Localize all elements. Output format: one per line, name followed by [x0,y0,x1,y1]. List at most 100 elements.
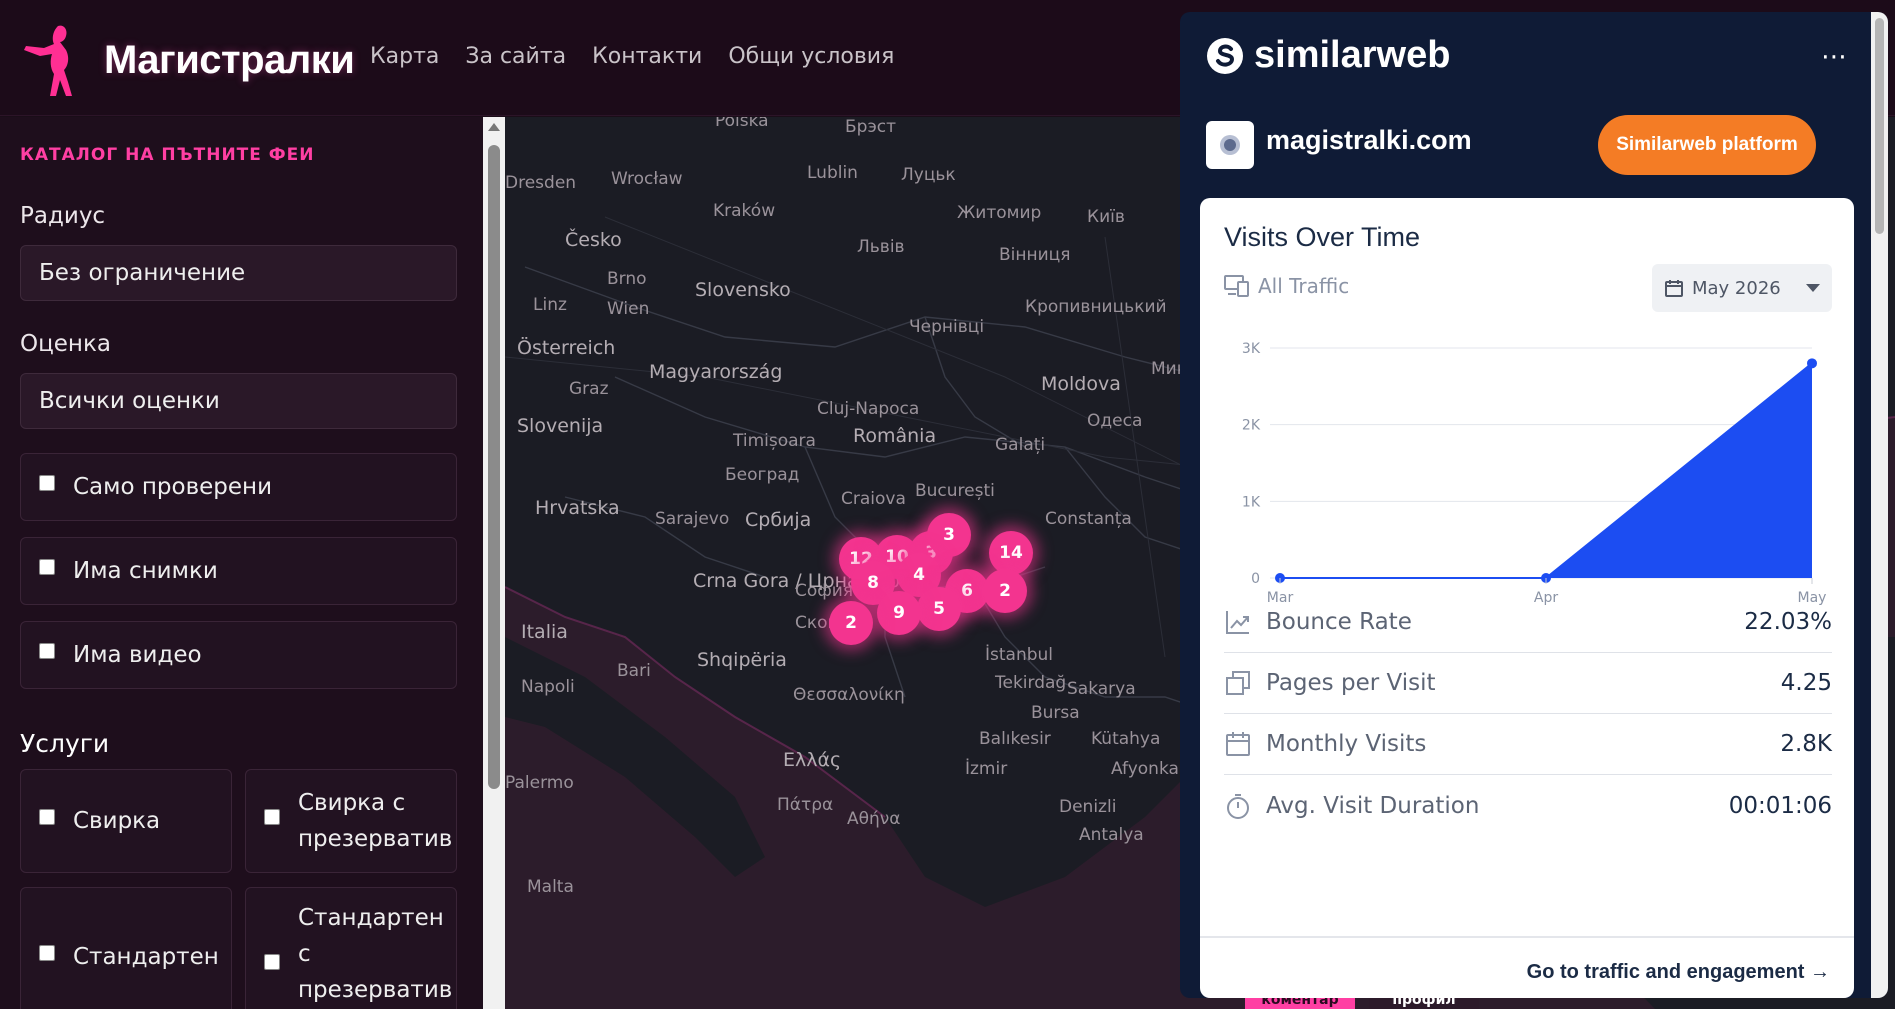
calendar-icon [1665,280,1683,297]
map-cluster-marker[interactable]: 2 [829,601,873,645]
map-label: Slovenija [517,415,604,437]
service-label: Свирка [73,808,161,834]
filter-sidebar: КАТАЛОГ НА ПЪТНИТЕ ФЕИ Радиус Без ограни… [0,117,483,1009]
map-label: Polska [715,117,769,131]
sidebar-scrollbar[interactable] [483,117,505,1009]
radius-select[interactable]: Без ограничение [20,245,457,301]
map-cluster-marker[interactable]: 5 [917,587,961,631]
scroll-up-arrow-icon[interactable] [488,123,500,131]
calendar-icon [1226,732,1250,756]
similarweb-platform-button[interactable]: Similarweb platform [1598,115,1816,175]
map-label: Timișoara [733,431,816,451]
map-label: Galați [995,435,1046,455]
nav-map[interactable]: Карта [370,44,439,69]
scrollbar-thumb[interactable] [488,145,500,789]
similarweb-panel: similarweb ⋯ magistralki.com Similarweb … [1180,12,1888,998]
more-options-icon[interactable]: ⋯ [1821,42,1848,72]
radius-label: Радиус [20,203,106,229]
rating-label: Оценка [20,331,111,357]
metric-label: Pages per Visit [1266,670,1436,696]
map-cluster-marker[interactable]: 3 [927,513,971,557]
checkbox-label: Има видео [73,642,202,668]
map-label: Cluj-Napoca [817,399,920,419]
map-label: Palermo [505,773,574,793]
nav-contacts[interactable]: Контакти [592,44,702,69]
has-video-checkbox[interactable]: Има видео [20,621,457,689]
map-label: Italia [521,621,568,643]
map-label: Србија [745,509,812,531]
map-label: София [795,581,854,601]
checkbox-box[interactable] [39,559,55,575]
nav-about[interactable]: За сайта [465,44,566,69]
map-label: Bari [617,661,651,681]
scrollbar-thumb[interactable] [1875,18,1884,234]
metric-monthly-visits: Monthly Visits 2.8K [1224,714,1832,775]
area-fill [1280,363,1812,578]
map-label: Tekirdağ [995,673,1067,693]
map-label: Львів [857,237,905,257]
map-cluster-marker[interactable]: 14 [989,531,1033,575]
service-standard-checkbox[interactable]: Стандартен [20,887,232,1009]
map-label: Θεσσαλονίκη [793,685,905,705]
map-label: Wrocław [611,169,683,189]
map-label: Balıkesir [979,729,1051,749]
map-label: Magyarország [649,361,783,383]
site-favicon-icon [1206,121,1254,169]
map-label: Österreich [517,337,616,359]
checkbox-box[interactable] [264,954,280,970]
map-label: Αθήνα [847,809,901,829]
checkbox-box[interactable] [264,809,280,825]
map-label: Moldova [1041,373,1121,395]
checkbox-label: Само проверени [73,474,273,500]
data-point [1807,358,1817,369]
map-label: Wien [607,299,650,319]
service-standard-protected-checkbox[interactable]: Стандартен с презерватив [245,887,457,1009]
verified-only-checkbox[interactable]: Само проверени [20,453,457,521]
devices-icon [1224,275,1249,297]
service-oral-checkbox[interactable]: Свирка [20,769,232,873]
checkbox-box[interactable] [39,475,55,491]
site-logo[interactable]: Магистралки [20,20,355,100]
bounce-icon [1226,611,1249,634]
y-tick-label: 2K [1242,418,1261,434]
map-label: Kütahya [1091,729,1161,749]
map-label: Житомир [957,203,1042,223]
map-label: Kraków [713,201,776,221]
checkbox-box[interactable] [39,945,55,961]
map-label: București [915,481,995,501]
traffic-label: All Traffic [1258,274,1350,298]
map-label: Кропивницький [1025,297,1167,317]
map-label: Constanța [1045,509,1132,529]
nav-terms[interactable]: Общи условия [728,44,894,69]
y-tick-label: 0 [1251,571,1260,587]
map-label: Shqipëria [697,649,787,671]
metric-label: Avg. Visit Duration [1266,792,1480,819]
checkbox-box[interactable] [39,809,55,825]
y-tick-label: 3K [1242,341,1261,357]
has-photos-checkbox[interactable]: Има снимки [20,537,457,605]
map-cluster-marker[interactable]: 9 [877,591,921,635]
map-label: Ελλάς [783,749,842,771]
service-label: Свирка с презерватив [298,790,453,852]
card-divider [1200,936,1854,938]
date-select[interactable]: May 2026 [1652,264,1832,312]
service-oral-protected-checkbox[interactable]: Свирка с презерватив [245,769,457,873]
traffic-engagement-link[interactable]: Go to traffic and engagement → [1527,961,1830,984]
rating-select[interactable]: Всички оценки [20,373,457,429]
map-cluster-marker[interactable]: 2 [983,569,1027,613]
traffic-source: All Traffic [1224,274,1349,298]
map-label: Denizli [1059,797,1117,817]
site-domain: magistralki.com [1266,125,1472,155]
map-label: Lublin [807,163,858,183]
map-label: Malta [527,877,574,897]
similarweb-logo-icon [1207,37,1243,74]
dancer-logo-icon [24,25,72,96]
service-label: Стандартен [73,944,219,970]
date-value: May 2026 [1692,277,1781,299]
map-label: İstanbul [985,645,1054,665]
checkbox-box[interactable] [39,643,55,659]
services-heading: Услуги [20,729,110,758]
panel-scrollbar[interactable] [1871,12,1888,998]
map-label: Česko [565,229,622,251]
visits-card: Visits Over Time All Traffic May 2026 0 1… [1200,198,1854,998]
